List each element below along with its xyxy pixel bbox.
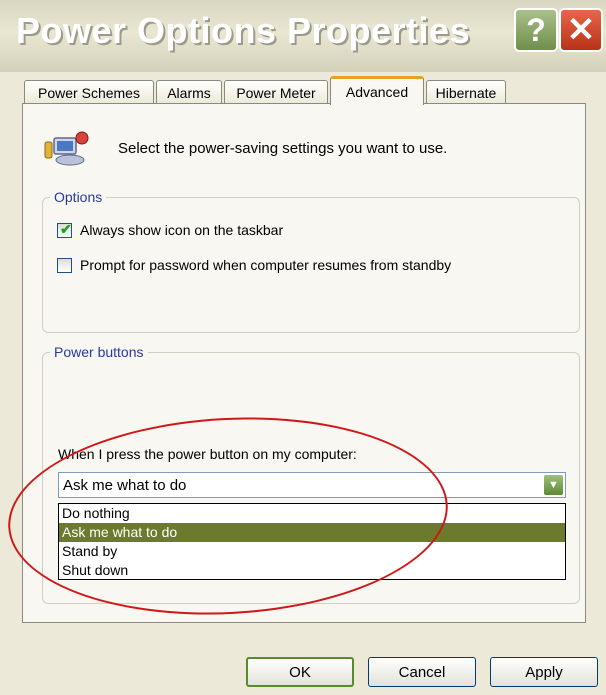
tab-power-schemes[interactable]: Power Schemes: [24, 80, 154, 104]
power-button-options-list: Do nothing Ask me what to do Stand by Sh…: [58, 503, 566, 580]
options-legend: Options: [50, 189, 107, 205]
tab-alarms[interactable]: Alarms: [156, 80, 222, 104]
power-button-action-select[interactable]: Ask me what to do ▼: [58, 472, 566, 498]
always-show-icon-label[interactable]: Always show icon on the taskbar: [80, 222, 283, 238]
help-button[interactable]: ?: [514, 8, 558, 52]
option-shut-down[interactable]: Shut down: [59, 561, 565, 580]
option-ask-me-what-to-do[interactable]: Ask me what to do: [59, 523, 565, 542]
option-stand-by[interactable]: Stand by: [59, 542, 565, 561]
cancel-button[interactable]: Cancel: [368, 657, 476, 687]
always-show-icon-checkbox[interactable]: ✔: [57, 221, 72, 238]
power-button-prompt: When I press the power button on my comp…: [58, 446, 357, 462]
prompt-password-label[interactable]: Prompt for password when computer resume…: [80, 257, 451, 273]
window-title: Power Options Properties: [16, 10, 471, 51]
title-bar[interactable]: Power Options Properties ? ✕: [0, 0, 606, 72]
apply-button[interactable]: Apply: [490, 657, 598, 687]
prompt-password-checkbox[interactable]: [57, 258, 72, 273]
help-icon: ?: [526, 11, 546, 48]
close-icon: ✕: [566, 11, 596, 49]
chevron-down-icon[interactable]: ▼: [544, 475, 563, 495]
power-options-window: Power Options Properties ? ✕ Power Schem…: [0, 0, 606, 695]
select-value: Ask me what to do: [63, 477, 187, 494]
power-options-icon: [44, 131, 89, 166]
intro-text: Select the power-saving settings you wan…: [118, 140, 448, 157]
power-buttons-legend: Power buttons: [50, 344, 148, 360]
checkmark-icon: ✔: [60, 221, 72, 237]
tab-power-meter[interactable]: Power Meter: [224, 80, 328, 104]
option-do-nothing[interactable]: Do nothing: [59, 504, 565, 523]
tab-advanced[interactable]: Advanced: [330, 76, 424, 105]
ok-button[interactable]: OK: [246, 657, 354, 687]
close-button[interactable]: ✕: [559, 8, 603, 52]
tab-hibernate[interactable]: Hibernate: [426, 80, 506, 104]
